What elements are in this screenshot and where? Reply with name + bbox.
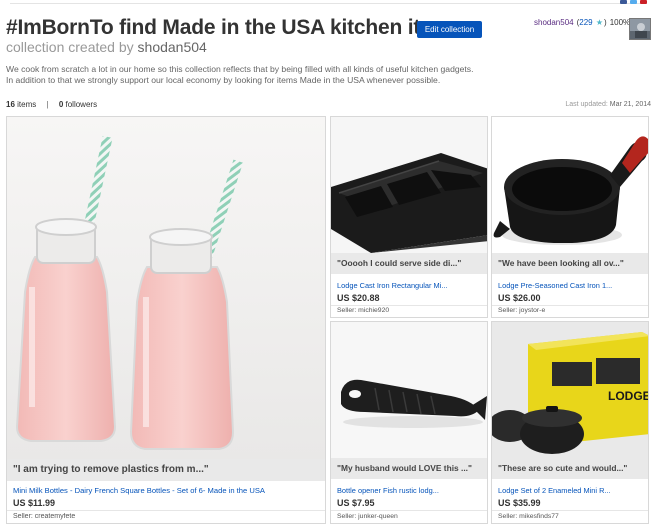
item-title-link[interactable]: Lodge Set of 2 Enameled Mini R... [498, 486, 642, 495]
item-image[interactable]: LODGE [492, 322, 648, 458]
item-quote: "My husband would LOVE this ..." [331, 458, 487, 479]
twitter-icon[interactable] [630, 0, 637, 4]
milk-bottles-image [7, 117, 325, 459]
item-price: US $26.00 [498, 293, 541, 303]
score-number: 229 [579, 18, 593, 27]
item-price: US $35.99 [498, 498, 541, 508]
followers-label[interactable]: followers [66, 100, 98, 109]
feedback-score[interactable]: (229 ★) [577, 18, 607, 27]
item-quote: "Ooooh I could serve side di..." [331, 253, 487, 274]
item-card-bottle-opener[interactable]: "My husband would LOVE this ..." Bottle … [330, 321, 488, 524]
card-divider [331, 305, 487, 306]
user-summary: shodan504 (229 ★) 100% [534, 18, 630, 27]
item-seller: Seller: junker-queen [337, 513, 483, 520]
stats-separator: | [46, 100, 49, 109]
collection-title: #ImBornTo find Made in the USA kitchen i… [6, 16, 462, 39]
cast-iron-skillet-image [492, 117, 648, 253]
collection-stats: 16 items | 0 followers [6, 100, 97, 109]
card-divider [331, 510, 487, 511]
creator-link[interactable]: shodan504 [138, 39, 207, 55]
item-title-link[interactable]: Bottle opener Fish rustic lodg... [337, 486, 481, 495]
card-divider [492, 305, 648, 306]
cast-iron-server-image [331, 117, 487, 253]
seller-name[interactable]: junker-queen [358, 513, 398, 520]
item-seller: Seller: mikesfinds77 [498, 513, 644, 520]
top-rule [10, 3, 645, 4]
seller-label: Seller: [337, 513, 357, 520]
item-seller: Seller: createmyfete [13, 513, 321, 520]
item-image[interactable] [331, 117, 487, 253]
score-close: ) [604, 18, 607, 27]
item-seller: Seller: joystor-e [498, 307, 644, 314]
last-updated: Last updated: Mar 21, 2014 [565, 101, 651, 108]
item-card-lodge-skillet[interactable]: "We have been looking all ov..." Lodge P… [491, 116, 649, 318]
items-count: 16 [6, 100, 15, 109]
item-image[interactable] [492, 117, 648, 253]
item-price: US $20.88 [337, 293, 380, 303]
facebook-icon[interactable] [620, 0, 627, 4]
seller-name[interactable]: mikesfinds77 [519, 513, 559, 520]
item-title-link[interactable]: Mini Milk Bottles - Dairy French Square … [13, 486, 319, 495]
enameled-pots-image: LODGE [492, 322, 648, 458]
seller-label: Seller: [337, 307, 357, 314]
top-divider [0, 0, 655, 6]
positive-feedback: 100% [609, 18, 631, 27]
item-title-link[interactable]: Lodge Pre-Seasoned Cast Iron 1... [498, 281, 642, 290]
last-updated-date: Mar 21, 2014 [609, 101, 651, 108]
share-icons [620, 0, 647, 4]
items-label: items [17, 100, 37, 109]
item-quote: "We have been looking all ov..." [492, 253, 648, 274]
seller-name[interactable]: joystor-e [519, 307, 545, 314]
item-title-link[interactable]: Lodge Cast Iron Rectangular Mi... [337, 281, 481, 290]
subtitle-prefix: collection created by [6, 39, 134, 55]
item-price: US $11.99 [13, 498, 56, 508]
item-card-lodge-enameled[interactable]: LODGE "These are so cute and would..." L… [491, 321, 649, 524]
item-seller: Seller: michie920 [337, 307, 483, 314]
seller-label: Seller: [498, 513, 518, 520]
item-card-milk-bottles[interactable]: "I am trying to remove plastics from m..… [6, 116, 326, 524]
fish-bottle-opener-image [331, 322, 487, 458]
item-image[interactable] [7, 117, 325, 459]
avatar[interactable] [629, 18, 651, 40]
username-link[interactable]: shodan504 [534, 18, 574, 27]
seller-label: Seller: [13, 513, 33, 520]
collection-subtitle: collection created by shodan504 [6, 39, 207, 55]
seller-label: Seller: [498, 307, 518, 314]
seller-name[interactable]: michie920 [358, 307, 389, 314]
item-card-lodge-rectangular[interactable]: "Ooooh I could serve side di..." Lodge C… [330, 116, 488, 318]
item-quote: "I am trying to remove plastics from m..… [7, 459, 325, 481]
item-image[interactable] [331, 322, 487, 458]
item-quote: "These are so cute and would..." [492, 458, 648, 479]
item-price: US $7.95 [337, 498, 375, 508]
box-brand-text: LODGE [608, 389, 648, 403]
pinterest-icon[interactable] [640, 0, 647, 4]
star-icon: ★ [595, 18, 604, 27]
last-updated-label: Last updated: [565, 101, 608, 108]
collection-description: We cook from scratch a lot in our home s… [6, 64, 474, 85]
edit-collection-button[interactable]: Edit collection [417, 21, 482, 38]
seller-name[interactable]: createmyfete [35, 513, 75, 520]
card-divider [492, 510, 648, 511]
followers-count: 0 [58, 100, 64, 109]
card-divider [7, 510, 325, 511]
